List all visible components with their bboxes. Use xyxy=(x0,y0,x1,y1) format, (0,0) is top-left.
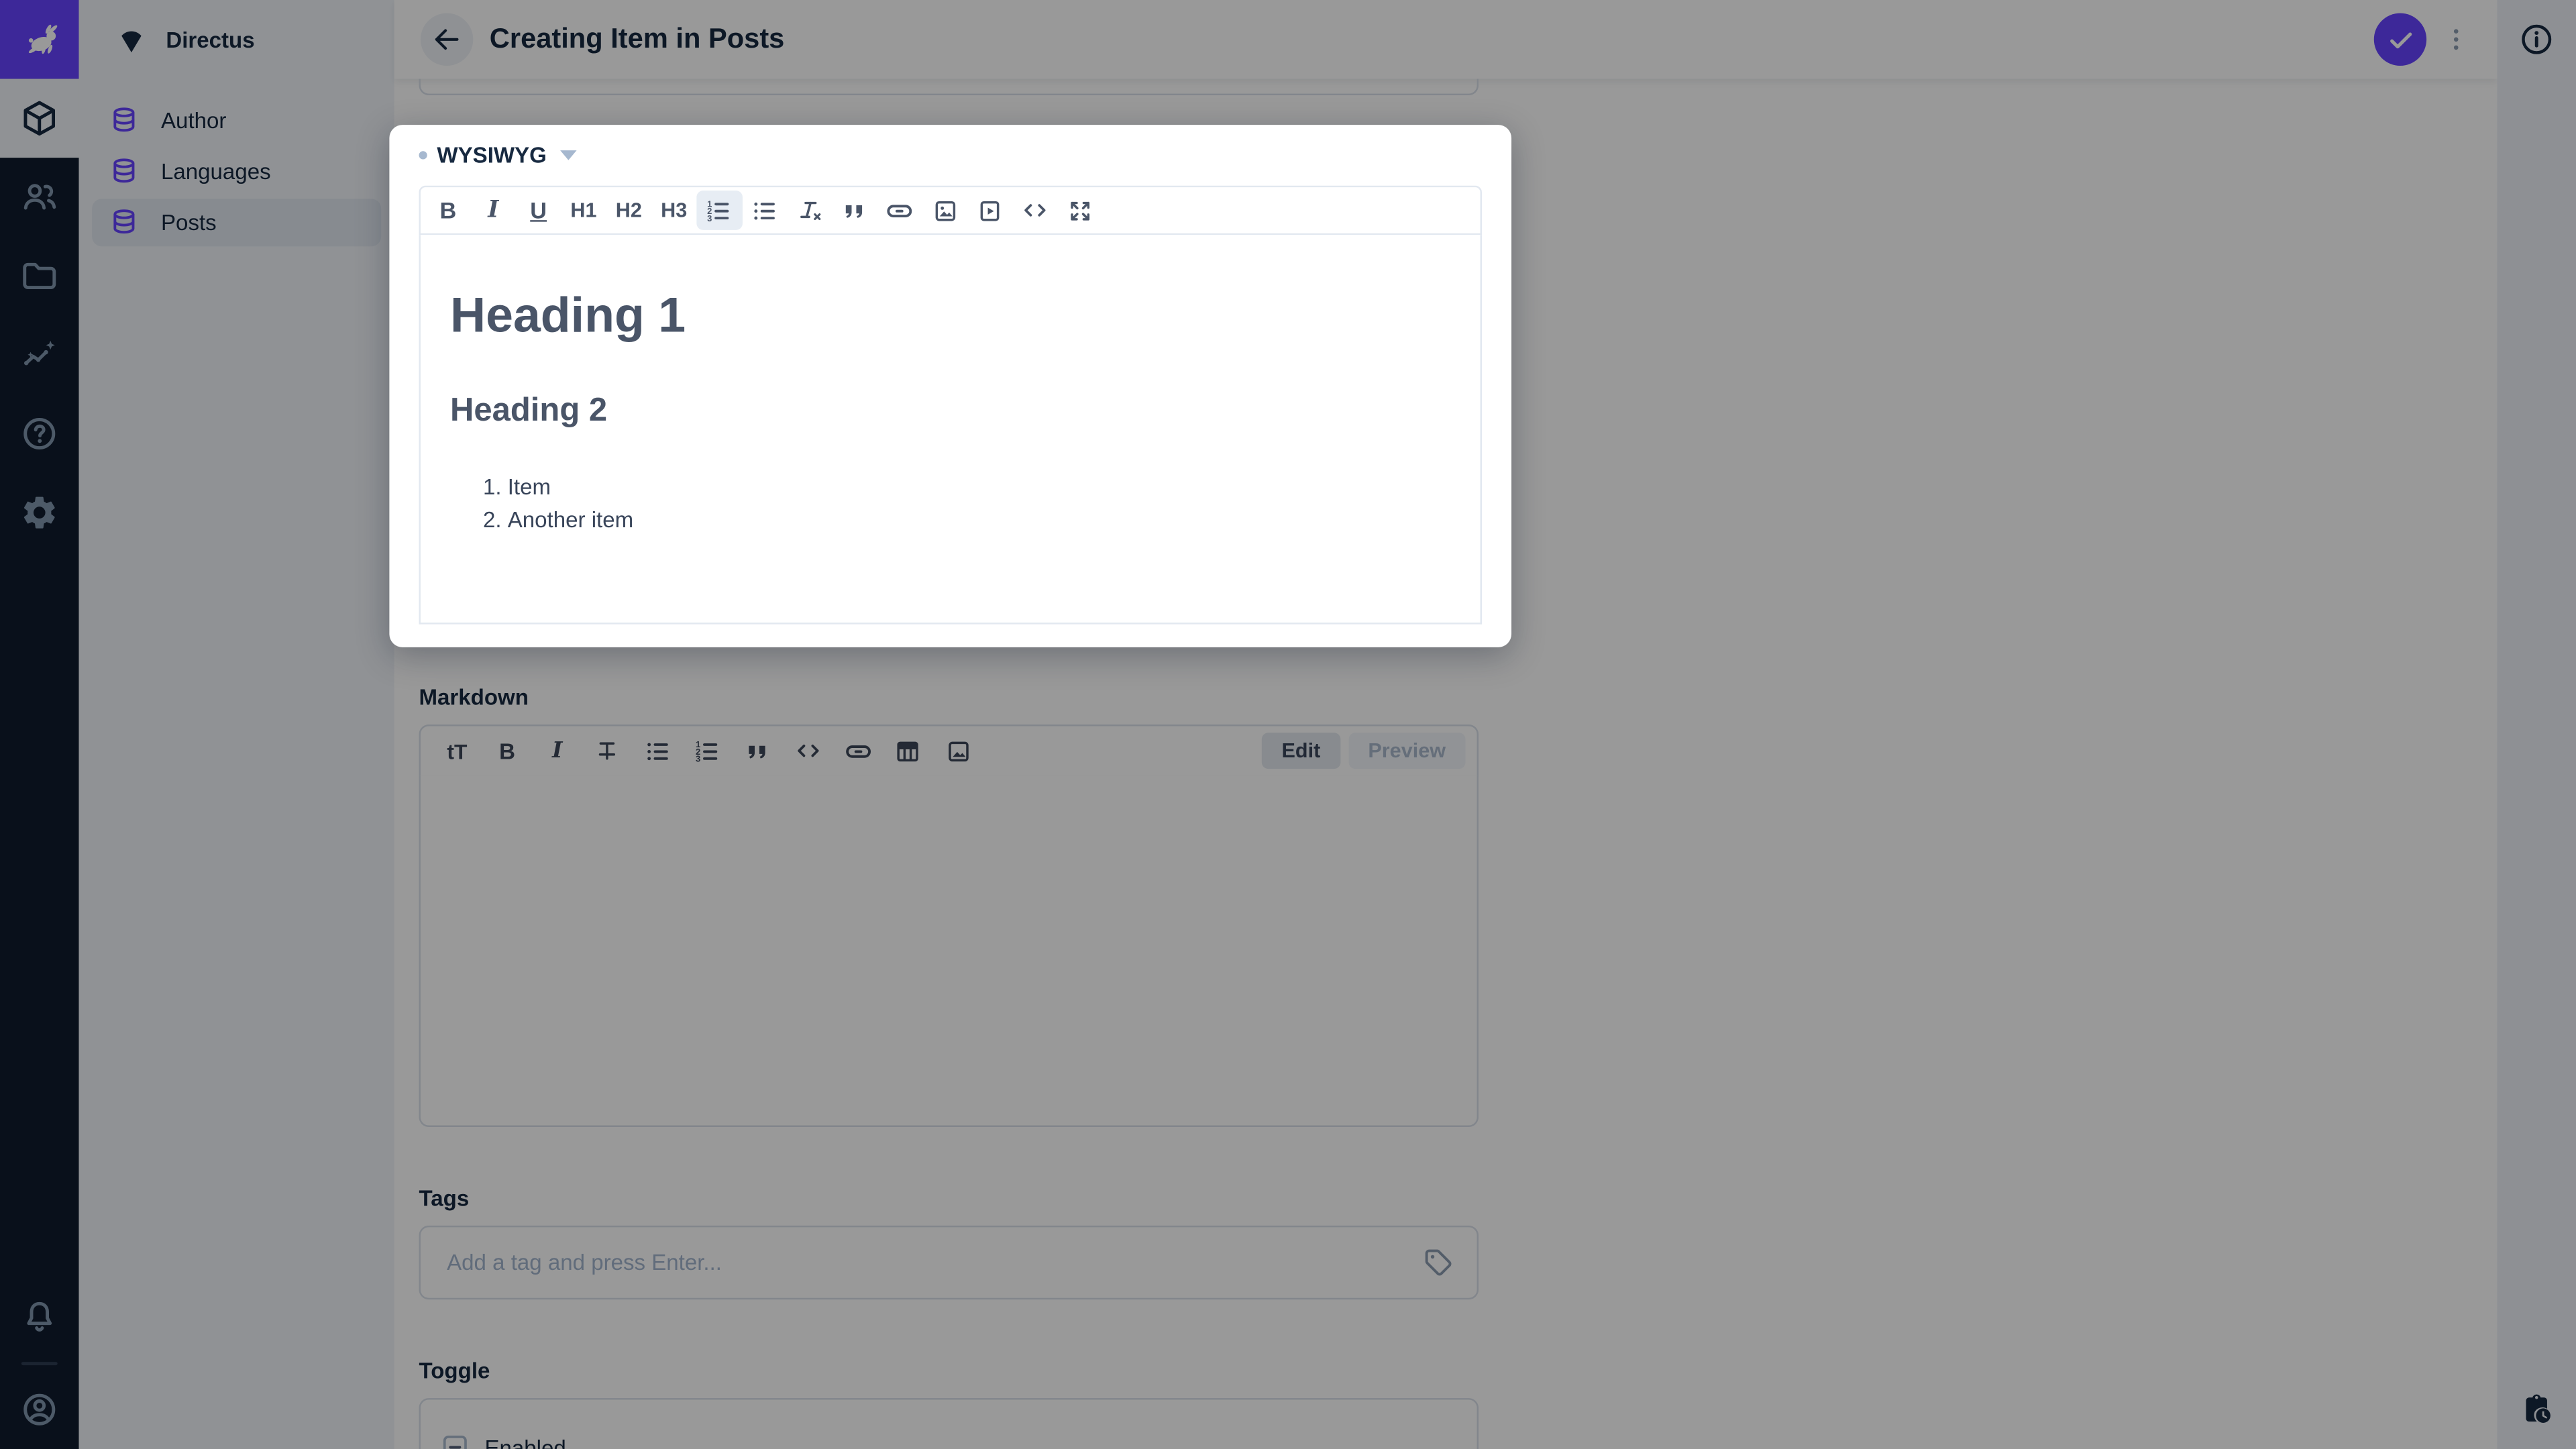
svg-text:3: 3 xyxy=(708,213,712,223)
italic-button[interactable]: I xyxy=(471,191,516,230)
remove-format-icon xyxy=(796,197,824,225)
wysiwyg-label-row[interactable]: WYSIWYG xyxy=(419,125,1481,186)
wysiwyg-editor-body[interactable]: Heading 1 Heading 2 Item Another item xyxy=(419,235,1482,625)
bullet-list-icon xyxy=(751,197,779,225)
remove-format-button[interactable] xyxy=(787,191,832,230)
code-icon xyxy=(1020,195,1050,225)
list-item: Item xyxy=(508,472,1451,504)
video-icon xyxy=(976,197,1004,225)
h2-icon: H2 xyxy=(615,199,642,222)
h1-icon: H1 xyxy=(570,199,597,222)
wysiwyg-field-card: WYSIWYG B I U H1 H2 H3 1 2 3 Heading 1 H… xyxy=(389,125,1512,647)
bullet-list-button[interactable] xyxy=(742,191,787,230)
underline-icon: U xyxy=(530,197,547,224)
link-button[interactable] xyxy=(877,191,922,230)
wysiwyg-toolbar: B I U H1 H2 H3 1 2 3 xyxy=(419,185,1482,235)
editor-ordered-list: Item Another item xyxy=(450,472,1450,537)
numbered-list-icon: 1 2 3 xyxy=(705,197,733,225)
directus-app: Directus Author Languages Posts Creating… xyxy=(0,0,2576,1449)
editor-heading1: Heading 1 xyxy=(450,289,686,343)
video-button[interactable] xyxy=(967,191,1012,230)
code-button[interactable] xyxy=(1013,191,1058,230)
italic-icon: I xyxy=(488,197,499,224)
fullscreen-button[interactable] xyxy=(1058,191,1103,230)
link-icon xyxy=(884,195,916,226)
list-item: Another item xyxy=(508,504,1451,537)
edited-dot xyxy=(419,151,427,160)
fullscreen-icon xyxy=(1067,197,1095,225)
bold-button[interactable]: B xyxy=(425,191,470,230)
underline-button[interactable]: U xyxy=(516,191,561,230)
blockquote-button[interactable] xyxy=(832,191,877,230)
h3-icon: H3 xyxy=(661,199,688,222)
image-button[interactable] xyxy=(922,191,967,230)
editor-heading2: Heading 2 xyxy=(450,392,608,429)
chevron-down-icon xyxy=(559,150,576,161)
h1-button[interactable]: H1 xyxy=(561,191,606,230)
h2-button[interactable]: H2 xyxy=(606,191,651,230)
numbered-list-button[interactable]: 1 2 3 xyxy=(696,191,742,230)
h3-button[interactable]: H3 xyxy=(651,191,696,230)
bold-icon: B xyxy=(439,197,457,224)
blockquote-icon xyxy=(841,197,869,225)
wysiwyg-field-label: WYSIWYG xyxy=(437,143,547,168)
image-icon xyxy=(931,197,959,225)
